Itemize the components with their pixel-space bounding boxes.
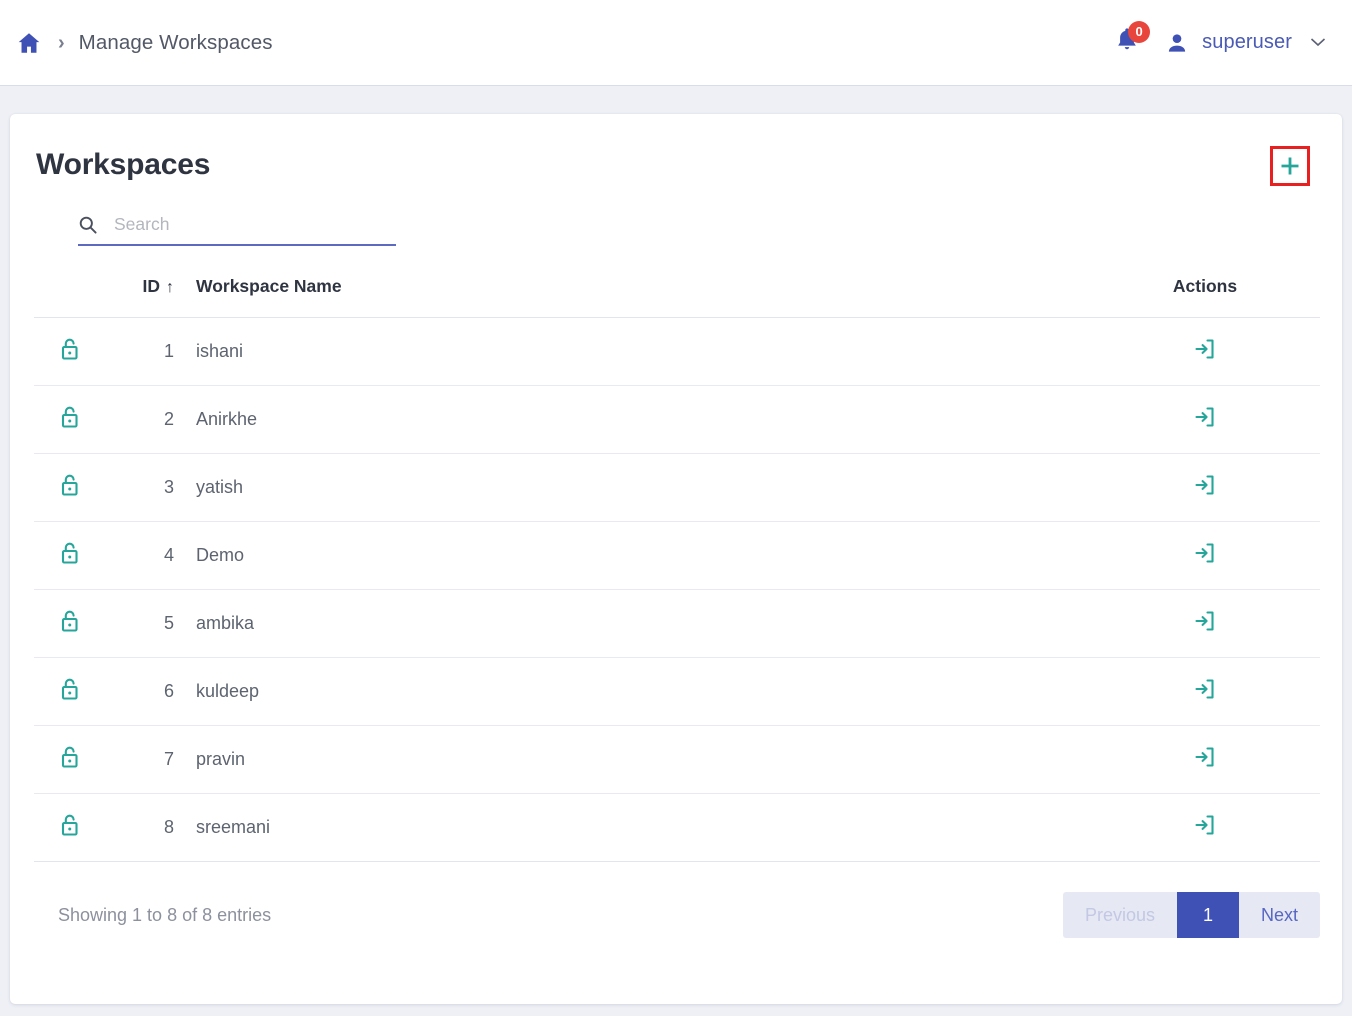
row-id-cell: 8 xyxy=(112,793,174,862)
unlocked-padlock-icon xyxy=(58,812,82,838)
row-name-cell: Demo xyxy=(174,521,1090,590)
notification-count-badge: 0 xyxy=(1128,20,1151,43)
row-name-cell: yatish xyxy=(174,453,1090,522)
pagination-next-button[interactable]: Next xyxy=(1239,892,1320,938)
enter-workspace-icon[interactable] xyxy=(1193,677,1217,701)
person-icon xyxy=(1164,30,1190,56)
row-id-cell: 6 xyxy=(112,657,174,726)
row-id-cell: 7 xyxy=(112,725,174,794)
row-name-cell: pravin xyxy=(174,725,1090,794)
table-row: 5 ambika xyxy=(34,589,1320,658)
card-header: Workspaces xyxy=(10,114,1342,186)
enter-workspace-icon[interactable] xyxy=(1193,405,1217,429)
column-header-id[interactable]: ID ↑ xyxy=(112,276,174,318)
search-input[interactable] xyxy=(114,214,396,235)
row-id-cell: 1 xyxy=(112,317,174,386)
unlocked-padlock-icon xyxy=(58,676,82,702)
notifications-button[interactable]: 0 xyxy=(1110,20,1151,63)
row-actions-cell xyxy=(1090,317,1320,386)
topbar-right-cluster: 0 superuser xyxy=(1110,20,1326,63)
unlocked-padlock-icon xyxy=(58,608,82,634)
enter-workspace-icon[interactable] xyxy=(1193,541,1217,565)
row-actions-cell xyxy=(1090,793,1320,862)
row-lock-cell xyxy=(34,589,112,658)
pagination: Previous 1 Next xyxy=(1062,892,1320,938)
top-navigation-bar: › Manage Workspaces 0 superuser xyxy=(0,0,1352,86)
table-head: ID ↑ Workspace Name Actions xyxy=(34,276,1320,318)
chevron-down-icon[interactable] xyxy=(1310,35,1326,50)
search-row xyxy=(10,186,1342,246)
table-row: 7 pravin xyxy=(34,725,1320,794)
row-lock-cell xyxy=(34,317,112,386)
table-row: 1 ishani xyxy=(34,317,1320,386)
row-id-cell: 3 xyxy=(112,453,174,522)
unlocked-padlock-icon xyxy=(58,472,82,498)
table-row: 4 Demo xyxy=(34,521,1320,590)
enter-workspace-icon[interactable] xyxy=(1193,337,1217,361)
enter-workspace-icon[interactable] xyxy=(1193,609,1217,633)
row-name-cell: ambika xyxy=(174,589,1090,658)
workspaces-table: ID ↑ Workspace Name Actions 1 ishani 2 Anirk… xyxy=(34,276,1320,862)
row-actions-cell xyxy=(1090,385,1320,454)
add-workspace-button[interactable] xyxy=(1270,146,1310,186)
home-icon[interactable] xyxy=(14,28,44,58)
user-menu[interactable]: superuser xyxy=(1164,30,1326,56)
table-row: 2 Anirkhe xyxy=(34,385,1320,454)
row-lock-cell xyxy=(34,725,112,794)
enter-workspace-icon[interactable] xyxy=(1193,813,1217,837)
row-actions-cell xyxy=(1090,589,1320,658)
unlocked-padlock-icon xyxy=(58,336,82,362)
row-actions-cell xyxy=(1090,657,1320,726)
column-header-id-label: ID xyxy=(142,276,161,296)
unlocked-padlock-icon xyxy=(58,744,82,770)
search-icon xyxy=(78,215,98,235)
table-body: 1 ishani 2 Anirkhe 3 yatish 4 Demo 5 ambika 6 kulde… xyxy=(34,317,1320,862)
column-header-workspace-name[interactable]: Workspace Name xyxy=(174,276,1090,318)
unlocked-padlock-icon xyxy=(58,540,82,566)
table-footer: Showing 1 to 8 of 8 entries Previous 1 N… xyxy=(10,862,1342,938)
pagination-page-1-button[interactable]: 1 xyxy=(1176,892,1239,938)
row-id-cell: 4 xyxy=(112,521,174,590)
row-lock-cell xyxy=(34,521,112,590)
row-name-cell: Anirkhe xyxy=(174,385,1090,454)
row-lock-cell xyxy=(34,385,112,454)
table-header-row: ID ↑ Workspace Name Actions xyxy=(34,276,1320,318)
row-id-cell: 5 xyxy=(112,589,174,658)
row-lock-cell xyxy=(34,453,112,522)
plus-icon xyxy=(1278,154,1302,178)
sort-ascending-icon: ↑ xyxy=(166,279,174,296)
search-field[interactable] xyxy=(78,214,396,246)
row-name-cell: sreemani xyxy=(174,793,1090,862)
row-id-cell: 2 xyxy=(112,385,174,454)
column-header-lock xyxy=(34,276,112,318)
table-row: 3 yatish xyxy=(34,453,1320,522)
breadcrumb-current-page: Manage Workspaces xyxy=(78,30,273,54)
row-lock-cell xyxy=(34,657,112,726)
unlocked-padlock-icon xyxy=(58,404,82,430)
row-lock-cell xyxy=(34,793,112,862)
row-actions-cell xyxy=(1090,725,1320,794)
entries-summary: Showing 1 to 8 of 8 entries xyxy=(58,904,272,925)
pagination-previous-button[interactable]: Previous xyxy=(1063,892,1177,938)
page-title: Workspaces xyxy=(36,148,211,181)
table-row: 6 kuldeep xyxy=(34,657,1320,726)
row-name-cell: ishani xyxy=(174,317,1090,386)
username-label: superuser xyxy=(1202,31,1292,53)
table-row: 8 sreemani xyxy=(34,793,1320,862)
breadcrumb-separator-icon: › xyxy=(58,31,65,54)
workspaces-card: Workspaces ID ↑ xyxy=(10,114,1342,1004)
row-actions-cell xyxy=(1090,521,1320,590)
row-name-cell: kuldeep xyxy=(174,657,1090,726)
enter-workspace-icon[interactable] xyxy=(1193,473,1217,497)
column-header-actions: Actions xyxy=(1090,276,1320,318)
breadcrumb: › Manage Workspaces xyxy=(14,28,273,58)
row-actions-cell xyxy=(1090,453,1320,522)
enter-workspace-icon[interactable] xyxy=(1193,745,1217,769)
